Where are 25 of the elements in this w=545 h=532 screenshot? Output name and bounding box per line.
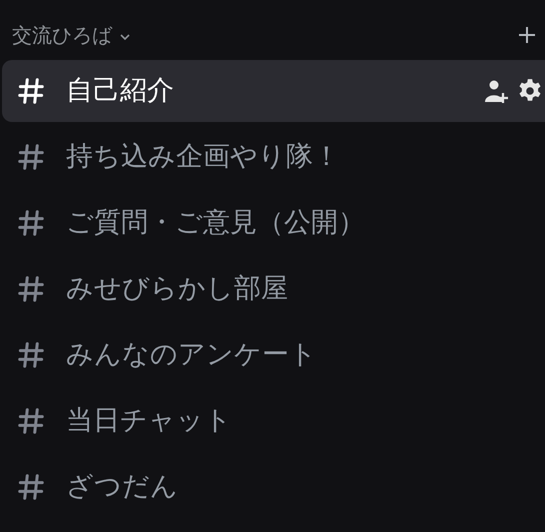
hash-icon (16, 472, 46, 502)
hash-icon (16, 340, 46, 370)
hash-icon (16, 406, 46, 436)
channel-item[interactable]: みんなのアンケート (2, 324, 545, 386)
channel-name: みせびらかし部屋 (66, 272, 288, 306)
channel-item[interactable]: みせびらかし部屋 (2, 258, 545, 320)
channel-name: 持ち込み企画やり隊！ (66, 140, 340, 174)
channel-name: みんなのアンケート (66, 338, 317, 372)
channel-item[interactable]: ざつだん (2, 456, 545, 518)
channel-item[interactable]: 自己紹介 (2, 60, 545, 122)
channel-item[interactable]: ご質問・ご意見（公開） (2, 192, 545, 254)
hash-icon (16, 208, 46, 238)
category-title[interactable]: 交流ひろば (12, 20, 112, 50)
channel-name: ご質問・ご意見（公開） (66, 206, 365, 240)
hash-icon (16, 76, 46, 106)
hash-icon (16, 142, 46, 172)
channel-name: 当日チャット (66, 404, 232, 438)
settings-icon[interactable] (517, 78, 543, 104)
channel-item[interactable]: 持ち込み企画やり隊！ (2, 126, 545, 188)
hash-icon (16, 274, 46, 304)
add-member-icon[interactable] (483, 78, 509, 104)
channel-name: 自己紹介 (66, 74, 174, 108)
channel-item[interactable]: 当日チャット (2, 390, 545, 452)
channel-name: ざつだん (66, 470, 178, 504)
add-icon[interactable] (517, 25, 537, 45)
